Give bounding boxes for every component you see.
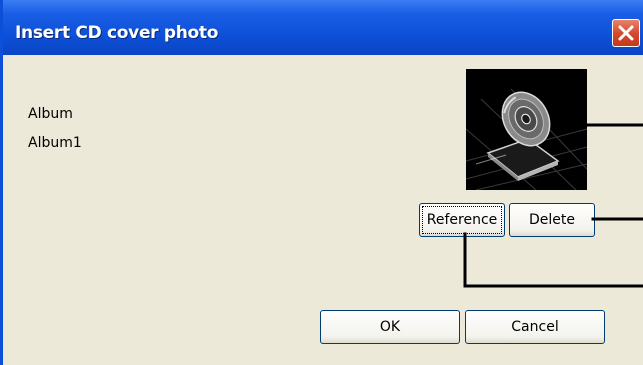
- dialog-window: Insert CD cover photo Album Album1 Refer…: [0, 0, 643, 365]
- callout-lines: [463, 123, 643, 288]
- reference-callout-line: [463, 232, 643, 288]
